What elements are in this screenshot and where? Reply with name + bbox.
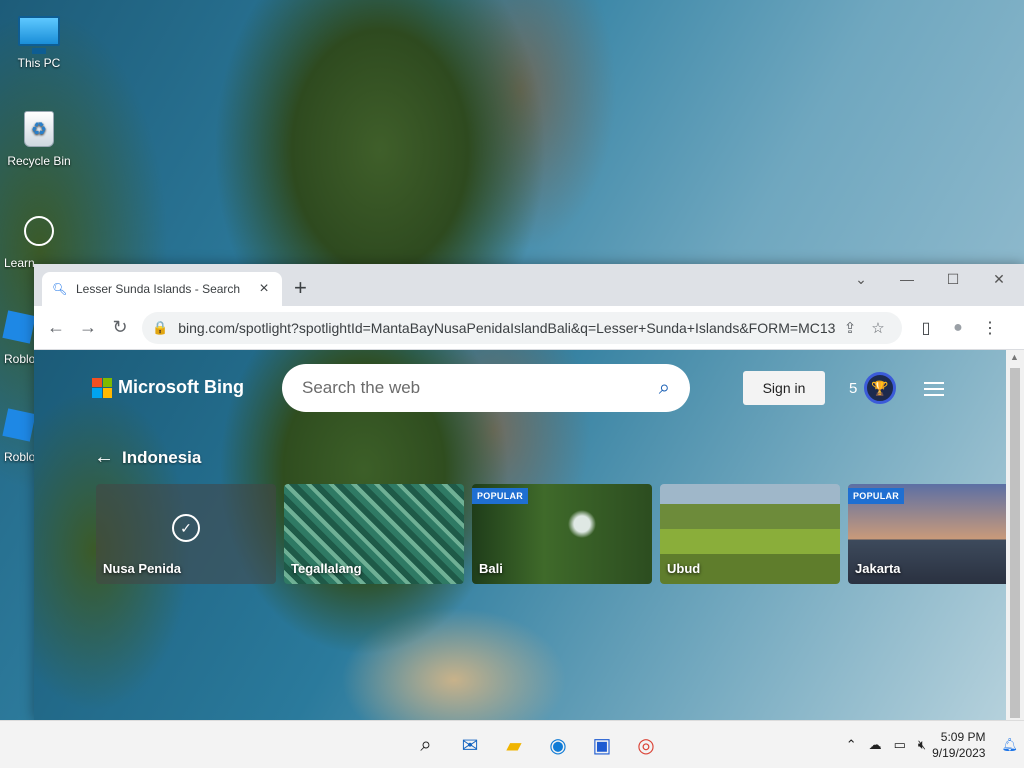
onedrive-icon[interactable]: ☁ xyxy=(869,737,882,753)
volume-muted-icon[interactable]: 🔇︎ xyxy=(918,737,926,753)
search-favicon-icon: 🔍︎ xyxy=(52,282,68,296)
rewards-points[interactable]: 5 xyxy=(849,380,857,397)
close-window-button[interactable]: ✕ xyxy=(976,264,1022,294)
desktop-icon-this-pc[interactable]: This PC xyxy=(4,10,74,70)
menu-kebab-icon[interactable]: ⋮ xyxy=(974,312,1006,344)
card-label: Bali xyxy=(479,561,503,576)
roblox-icon xyxy=(2,404,36,446)
computer-icon xyxy=(18,10,60,54)
trophy-glyph: 🏆 xyxy=(871,379,889,396)
window-controls: ⌄ — ☐ ✕ xyxy=(838,264,1022,294)
address-bar[interactable]: 🔒 bing.com/spotlight?spotlightId=MantaBa… xyxy=(142,311,902,344)
back-to-indonesia[interactable]: ← Indonesia xyxy=(94,446,201,469)
clock-time: 5:09 PM xyxy=(940,730,986,744)
location-card-jakarta[interactable]: POPULAR Jakarta xyxy=(848,484,1006,584)
card-label: Jakarta xyxy=(855,561,901,576)
mail-icon[interactable]: ✉ xyxy=(452,727,488,763)
sign-in-button[interactable]: Sign in xyxy=(743,371,825,405)
reload-button[interactable]: ↻ xyxy=(104,312,136,344)
clock-date: 9/19/2023 xyxy=(932,746,986,760)
profile-icon[interactable]: ● xyxy=(942,312,974,344)
desktop-icon-roblox-2[interactable]: Roblo xyxy=(2,404,36,464)
search-input[interactable]: Search the web ⌕ xyxy=(282,364,690,412)
tab-close-icon[interactable]: × xyxy=(256,280,272,298)
location-card-ubud[interactable]: Ubud xyxy=(660,484,840,584)
desktop-icon-label: This PC xyxy=(17,56,61,70)
search-placeholder: Search the web xyxy=(302,378,421,397)
bing-logo[interactable]: Microsoft Bing xyxy=(92,377,244,398)
microsoft-logo-icon xyxy=(92,377,112,398)
desktop-icon-recycle-bin[interactable]: ♻ Recycle Bin xyxy=(4,108,74,168)
desktop-icon-label: Recycle Bin xyxy=(7,154,71,168)
taskbar: ⌕ ✉ ▰ ◉ ▣ ◎ ⌃ ☁ ▭ 🔇︎ 5:09 PM 9/19/2023 🔔… xyxy=(0,720,1024,768)
bing-brand-text: Microsoft Bing xyxy=(118,377,244,397)
bookmark-star-icon[interactable]: ☆ xyxy=(864,319,892,337)
network-icon[interactable]: ▭ xyxy=(894,737,906,753)
back-arrow-icon: ← xyxy=(94,446,114,468)
system-tray: ⌃ ☁ ▭ 🔇︎ 5:09 PM 9/19/2023 🔔︎ xyxy=(840,721,1024,768)
learn-icon xyxy=(18,210,60,252)
location-cards: ✓ Nusa Penida Tegallalang POPULAR Bali U… xyxy=(96,484,1006,584)
roblox-icon xyxy=(2,306,36,348)
search-icon[interactable]: ⌕ xyxy=(408,727,444,763)
minimize-button[interactable]: — xyxy=(884,264,930,294)
browser-window: 🔍︎ Lesser Sunda Islands - Search × + ⌄ —… xyxy=(34,264,1024,720)
desktop-icon-roblox-1[interactable]: Roblo xyxy=(2,306,36,366)
clock[interactable]: 5:09 PM 9/19/2023 xyxy=(932,729,985,761)
browser-toolbar: ← → ↻ 🔒 bing.com/spotlight?spotlightId=M… xyxy=(34,306,1024,350)
side-panel-icon[interactable]: ▯ xyxy=(910,312,942,344)
bing-spotlight-page: Microsoft Bing Search the web ⌕ Sign in … xyxy=(34,350,1006,720)
maximize-button[interactable]: ☐ xyxy=(930,264,976,294)
taskbar-apps: ⌕ ✉ ▰ ◉ ▣ ◎ xyxy=(364,727,664,763)
address-url[interactable]: bing.com/spotlight?spotlightId=MantaBayN… xyxy=(178,320,836,336)
card-label: Ubud xyxy=(667,561,701,576)
share-icon[interactable]: ⇪ xyxy=(836,319,864,337)
scroll-up-arrow-icon[interactable]: ▲ xyxy=(1010,352,1019,362)
trophy-icon[interactable]: 🏆 xyxy=(864,372,896,404)
tab-search-chevron-icon[interactable]: ⌄ xyxy=(838,264,884,294)
scrollbar-thumb[interactable] xyxy=(1010,368,1020,718)
tab-strip: 🔍︎ Lesser Sunda Islands - Search × + ⌄ —… xyxy=(34,264,1024,306)
card-label: Nusa Penida xyxy=(103,561,182,576)
back-button[interactable]: ← xyxy=(40,312,72,344)
desktop-icon-learn[interactable]: Learn about this p xyxy=(4,210,74,270)
store-icon[interactable]: ▣ xyxy=(584,727,620,763)
tab-title: Lesser Sunda Islands - Search xyxy=(76,282,241,296)
card-label: Tegallalang xyxy=(291,561,362,576)
forward-button[interactable]: → xyxy=(72,312,104,344)
search-icon[interactable]: ⌕ xyxy=(659,377,670,400)
location-card-tegallalang[interactable]: Tegallalang xyxy=(284,484,464,584)
chrome-icon[interactable]: ◎ xyxy=(628,727,664,763)
selected-check-icon: ✓ xyxy=(172,514,200,542)
recycle-bin-icon: ♻ xyxy=(18,108,60,150)
tab-active[interactable]: 🔍︎ Lesser Sunda Islands - Search × xyxy=(42,272,282,306)
location-card-bali[interactable]: POPULAR Bali xyxy=(472,484,652,584)
start-icon[interactable] xyxy=(370,733,394,757)
file-explorer-icon[interactable]: ▰ xyxy=(496,727,532,763)
edge-icon[interactable]: ◉ xyxy=(540,727,576,763)
new-tab-button[interactable]: + xyxy=(294,277,307,299)
desktop-icon-label: Learn about this p xyxy=(4,256,34,270)
popular-badge: POPULAR xyxy=(848,488,905,504)
location-card-nusa-penida[interactable]: ✓ Nusa Penida xyxy=(96,484,276,584)
region-title: Indonesia xyxy=(122,447,202,467)
show-hidden-icons-chevron[interactable]: ⌃ xyxy=(846,737,857,753)
popular-badge: POPULAR xyxy=(472,488,529,504)
lock-icon[interactable]: 🔒 xyxy=(152,320,168,336)
desktop-icon-label: Roblo xyxy=(4,450,36,464)
hamburger-menu-icon[interactable] xyxy=(924,382,944,400)
toolbar-icons: ▯ ● ⋮ xyxy=(910,312,1006,344)
desktop-icon-label: Roblo xyxy=(4,352,36,366)
notification-bell-icon[interactable]: 🔔︎ xyxy=(1001,737,1018,753)
page-scrollbar[interactable]: ▲ xyxy=(1006,350,1024,720)
